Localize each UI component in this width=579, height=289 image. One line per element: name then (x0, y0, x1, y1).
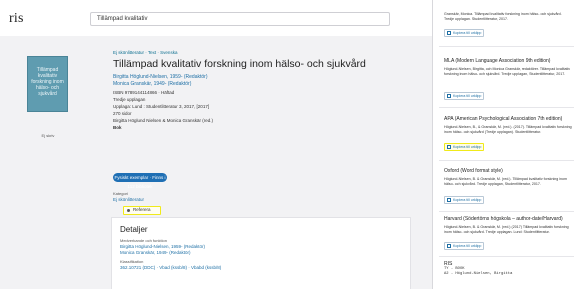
copy-button[interactable]: Kopiera till urklipp (444, 196, 484, 204)
copy-button[interactable]: Kopiera till urklipp (444, 29, 484, 37)
divider (439, 46, 574, 47)
edition-line: Tredje upplagan (113, 97, 146, 102)
record-type-line: Ej skönlitteratur · Text · Svenska (113, 50, 178, 55)
citation-heading: MLA (Modern Language Association 9th edi… (444, 58, 551, 64)
divider (439, 211, 574, 212)
search-input[interactable]: Tillämpad kvalitativ (90, 12, 390, 26)
divider (439, 160, 574, 161)
citation-panel: Granskär, Monica. Tillämpad kvalitativ f… (432, 0, 579, 289)
citation-text: Granskär, Monica. Tillämpad kvalitativ f… (444, 12, 562, 21)
author-link[interactable]: Birgitta Höglund-Nielsen, 1959- (Redaktö… (113, 74, 413, 80)
publisher-line: Upplaga: Lund : Studentlitteratur 3, 201… (113, 104, 210, 109)
contributor-link[interactable]: Monica Granskär, 1949- (Redaktör) (120, 250, 402, 255)
ris-block: RIS TY - BOOK A2 - Höglund-Nielsen, Birg… (444, 262, 512, 277)
copy-button[interactable]: Kopiera till urklipp (444, 92, 484, 100)
citation-heading: Oxford (Word format style) (444, 168, 503, 174)
copy-icon (447, 145, 451, 149)
copy-icon (447, 244, 451, 248)
copy-button[interactable]: Kopiera till urklipp (444, 242, 484, 250)
copy-icon (447, 94, 451, 98)
record-title: Tillämpad kvalitativ forskning inom häls… (113, 58, 366, 70)
author-link[interactable]: Monica Granskär, 1949- (Redaktör) (113, 81, 413, 87)
divider (439, 256, 574, 257)
citation-text: Höglund-Nielsen, B. & Granskär, M. (red.… (444, 225, 569, 234)
citation-apa: APA (American Psychological Association … (444, 116, 572, 134)
details-card: Detaljer Medverkande och funktion Birgit… (111, 217, 411, 289)
site-logo[interactable]: ris (9, 11, 24, 27)
record-view: Tillämpad kvalitativ forskning inom häls… (0, 36, 432, 289)
details-heading: Detaljer (120, 225, 148, 234)
book-cover: Tillämpad kvalitativ forskning inom häls… (27, 56, 68, 112)
reference-label: Referera (133, 207, 151, 212)
physical-copy-button[interactable]: Fysiskt exemplar · Finns i 112 bibliotek (113, 173, 167, 189)
reference-button[interactable]: Referera (123, 206, 161, 215)
ris-line: A2 - Höglund-Nielsen, Birgitta (444, 272, 513, 276)
cover-title: Tillämpad kvalitativ forskning inom häls… (31, 67, 64, 97)
editors-line: Birgitta Höglund Nielsen & Monica Gransk… (113, 118, 214, 123)
category-label: Kategori (113, 191, 128, 196)
contributors-label: Medverkande och funktion (120, 238, 167, 243)
classification-link[interactable]: 362.10721 (DDC) · Vbad (kssb/8) · Vbabd … (120, 265, 402, 270)
citation-heading: APA (American Psychological Association … (444, 116, 563, 122)
top-bar: ris Tillämpad kvalitativ (0, 0, 432, 36)
citation-text: Höglund-Nielsen, Birgitta, och Monica Gr… (444, 67, 571, 76)
copy-icon (447, 198, 451, 202)
category-link[interactable]: Ej skönlitteratur (113, 197, 144, 202)
pages-line: 270 sidor (113, 111, 132, 116)
citation-harvard: Harvard (Södertörns högskola – author-da… (444, 216, 572, 234)
copy-icon (447, 31, 451, 35)
quote-icon (127, 209, 130, 212)
citation-text: Höglund-Nielsen, B., & Granskär, M. (red… (444, 125, 572, 134)
isbn-line: ISBN 9789144114866 · Häftad (113, 90, 175, 95)
record-info: Ej skönlitteratur · Text · Svenska Tillä… (113, 50, 413, 130)
citation-oxford: Oxford (Word format style) Höglund-Niels… (444, 168, 572, 186)
citation-mla: MLA (Modern Language Association 9th edi… (444, 58, 572, 76)
libris-page: ris Tillämpad kvalitativ Tillämpad kvali… (0, 0, 432, 289)
citation-heading: Harvard (Södertörns högskola – author-da… (444, 216, 563, 222)
divider (439, 107, 574, 108)
format-line: Bok (113, 125, 122, 130)
copy-button-apa[interactable]: Kopiera till urklipp (444, 143, 484, 151)
cover-caption: Ej skriv (41, 133, 55, 138)
citation-top: Granskär, Monica. Tillämpad kvalitativ f… (444, 9, 572, 21)
citation-text: Höglund-Nielsen, B. & Granskär, M. (red.… (444, 177, 568, 186)
contributor-link[interactable]: Birgitta Höglund-Nielsen, 1959- (Redaktö… (120, 244, 402, 249)
classification-label: Klassifikation (120, 259, 144, 264)
